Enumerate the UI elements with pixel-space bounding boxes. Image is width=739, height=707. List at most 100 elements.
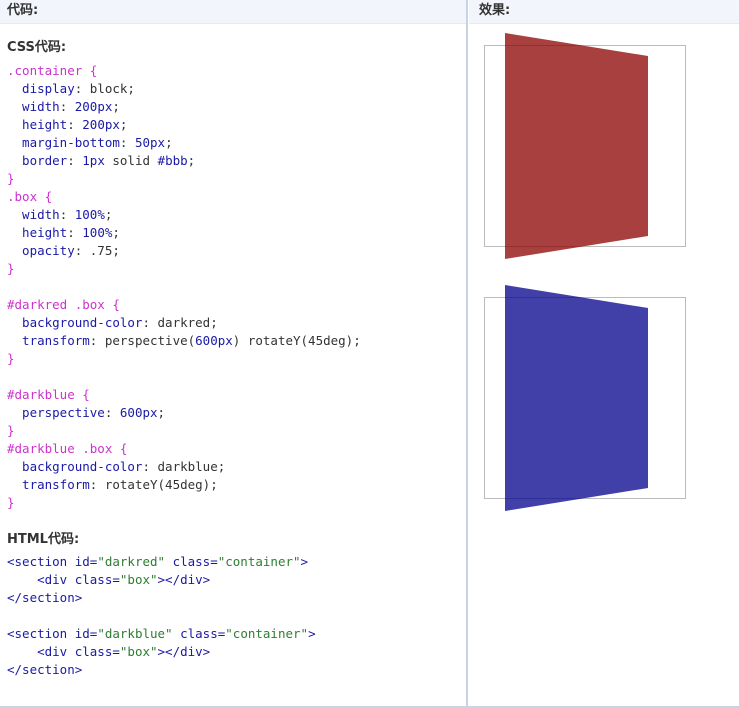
- code-token: :: [119, 135, 135, 150]
- result-header: 效果:: [469, 0, 739, 24]
- code-token: 50px: [134, 135, 166, 150]
- code-token: ;: [165, 135, 173, 150]
- result-panel: [469, 24, 739, 706]
- code-token: "container": [225, 626, 309, 641]
- code-token: 1px: [82, 153, 105, 168]
- code-token: ;: [112, 99, 120, 114]
- code-token: <div: [7, 644, 75, 659]
- css-code-line: transform: rotateY(45deg);: [7, 476, 361, 494]
- css-code-line: .box {: [7, 188, 361, 206]
- css-section-title: CSS代码:: [7, 40, 67, 55]
- html-code-line: <section id="darkred" class="container">: [7, 553, 316, 571]
- code-token: #darkblue .box {: [7, 441, 128, 456]
- code-token: : rotateY(45deg);: [89, 477, 218, 492]
- box-darkred: [505, 33, 648, 259]
- css-code-line: margin-bottom: 50px;: [7, 134, 361, 152]
- code-header: 代码:: [0, 0, 467, 24]
- code-token: "box": [119, 572, 158, 587]
- css-code-line: background-color: darkred;: [7, 314, 361, 332]
- code-token: <div: [7, 572, 75, 587]
- css-code-line: #darkblue .box {: [7, 440, 361, 458]
- code-token: width: [7, 207, 60, 222]
- css-code-line: transform: perspective(600px) rotateY(45…: [7, 332, 361, 350]
- css-code-line: [7, 368, 361, 386]
- code-token: transform: [7, 333, 90, 348]
- code-token: :: [104, 405, 120, 420]
- box-darkred-shape: [505, 33, 648, 259]
- code-token: ;: [119, 117, 128, 132]
- css-code-line: perspective: 600px;: [7, 404, 361, 422]
- code-token: ) rotateY(45deg);: [232, 333, 361, 348]
- code-token: class=: [74, 644, 120, 659]
- code-token: </section>: [7, 662, 83, 677]
- code-token: 100%: [82, 225, 113, 240]
- code-header-title: 代码:: [7, 3, 39, 18]
- css-code-line: }: [7, 350, 361, 368]
- code-token: : .75;: [74, 243, 120, 258]
- html-code-line: [7, 607, 316, 625]
- code-token: }: [7, 351, 15, 366]
- code-token: }: [7, 171, 15, 186]
- code-token: :: [67, 153, 83, 168]
- code-token: margin-bottom: [7, 135, 120, 150]
- code-token: height: [7, 117, 68, 132]
- css-code-line: width: 100%;: [7, 206, 361, 224]
- code-token: transform: [7, 477, 90, 492]
- code-token: #bbb: [157, 153, 188, 168]
- code-token: class=: [172, 626, 226, 641]
- code-token: id=: [74, 554, 98, 569]
- css-code-line: [7, 278, 361, 296]
- css-code-line: height: 100%;: [7, 224, 361, 242]
- code-token: ;: [157, 405, 166, 420]
- code-token: <section: [7, 626, 75, 641]
- css-code-line: width: 200px;: [7, 98, 361, 116]
- box-darkblue-shape: [505, 285, 648, 511]
- code-token: #darkblue {: [7, 387, 90, 402]
- code-token: "box": [119, 644, 158, 659]
- code-token: >: [300, 554, 309, 569]
- container-darkblue: [484, 285, 686, 511]
- container-darkred: [484, 33, 686, 259]
- css-code-line: background-color: darkblue;: [7, 458, 361, 476]
- code-token: "darkred": [97, 554, 166, 569]
- code-token: :: [59, 99, 75, 114]
- css-code-block: .container { display: block; width: 200p…: [7, 62, 361, 512]
- code-token: ></div>: [157, 572, 211, 587]
- html-code-line: <div class="box"></div>: [7, 643, 316, 661]
- code-token: perspective: [7, 405, 105, 420]
- css-code-line: .container {: [7, 62, 361, 80]
- code-token: : darkred;: [142, 315, 218, 330]
- html-code-line: <section id="darkblue" class="container"…: [7, 625, 316, 643]
- code-token: }: [7, 495, 15, 510]
- code-token: display: [7, 81, 75, 96]
- code-token: >: [308, 626, 316, 641]
- code-token: border: [7, 153, 68, 168]
- css-code-line: }: [7, 422, 361, 440]
- code-token: 100%: [74, 207, 105, 222]
- code-token: height: [7, 225, 68, 240]
- code-token: : perspective(: [89, 333, 196, 348]
- code-token: }: [7, 423, 15, 438]
- html-section-title: HTML代码:: [7, 532, 80, 547]
- code-token: 600px: [195, 333, 233, 348]
- code-token: :: [67, 225, 83, 240]
- css-code-line: border: 1px solid #bbb;: [7, 152, 361, 170]
- code-token: class=: [74, 572, 120, 587]
- code-token: : block;: [74, 81, 135, 96]
- css-code-line: opacity: .75;: [7, 242, 361, 260]
- code-token: :: [59, 207, 75, 222]
- css-code-line: }: [7, 170, 361, 188]
- css-code-line: height: 200px;: [7, 116, 361, 134]
- code-token: ;: [187, 153, 196, 168]
- html-code-line: </section>: [7, 589, 316, 607]
- code-token: }: [7, 261, 15, 276]
- box-darkblue: [505, 285, 648, 511]
- code-token: solid: [104, 153, 158, 168]
- code-token: ></div>: [157, 644, 211, 659]
- css-code-line: display: block;: [7, 80, 361, 98]
- code-token: 200px: [82, 117, 120, 132]
- code-token: :: [67, 117, 83, 132]
- html-code-block: <section id="darkred" class="container">…: [7, 553, 316, 679]
- html-code-line: <div class="box"></div>: [7, 571, 316, 589]
- code-token: opacity: [7, 243, 75, 258]
